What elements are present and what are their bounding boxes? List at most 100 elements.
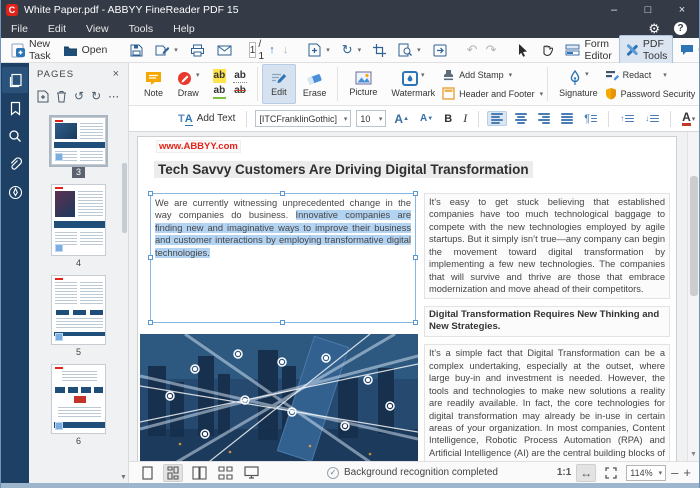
- edit-tool[interactable]: Edit: [262, 64, 296, 104]
- actual-size-button[interactable]: 1:1: [557, 467, 571, 478]
- document-heading[interactable]: Tech Savvy Customers Are Driving Digital…: [154, 161, 533, 178]
- resize-handle-left[interactable]: [148, 255, 153, 260]
- strikethrough-tool[interactable]: ab: [233, 84, 247, 99]
- rotate-button[interactable]: ↻▾: [337, 40, 366, 60]
- highlight-tool[interactable]: ab: [213, 69, 227, 83]
- password-security-tool[interactable]: Password Security: [605, 86, 696, 102]
- zoom-level-select[interactable]: 114%▾: [626, 465, 666, 481]
- fit-width-button[interactable]: ↔: [576, 464, 596, 482]
- print-button[interactable]: [185, 42, 210, 59]
- align-center-button[interactable]: [512, 112, 530, 125]
- more-options-icon[interactable]: ⋯: [108, 90, 119, 103]
- italic-button[interactable]: I: [460, 110, 470, 127]
- zoom-in-button[interactable]: +: [683, 465, 691, 480]
- paragraph-block[interactable]: It’s a simple fact that Digital Transfor…: [424, 344, 670, 461]
- menu-help[interactable]: Help: [163, 19, 205, 38]
- pdf-tools-button[interactable]: PDF Tools: [619, 35, 674, 65]
- draw-tool[interactable]: ▾ Draw: [170, 64, 207, 104]
- view-continuous-button[interactable]: [163, 464, 183, 482]
- site-link[interactable]: www.ABBYY.com: [156, 140, 241, 153]
- open-button[interactable]: Open: [58, 42, 113, 59]
- previous-page-arrow[interactable]: ↑: [266, 44, 278, 56]
- minimize-button[interactable]: –: [597, 0, 631, 19]
- fit-page-button[interactable]: [601, 464, 621, 482]
- next-page-arrow[interactable]: ↓: [280, 44, 292, 56]
- subheading-block[interactable]: Digital Transformation Requires New Thin…: [424, 306, 670, 338]
- paragraph-block[interactable]: It’s easy to get stuck believing that es…: [424, 193, 670, 299]
- form-editor-button[interactable]: Form Editor: [560, 36, 616, 64]
- decrease-font-button[interactable]: A▼: [417, 112, 436, 125]
- resize-handle-right[interactable]: [413, 255, 418, 260]
- help-icon[interactable]: ?: [674, 22, 687, 35]
- redo-button[interactable]: ↷: [483, 42, 500, 58]
- line-spacing-decrease-button[interactable]: ↓: [642, 113, 662, 124]
- recognize-button[interactable]: ▾: [393, 41, 426, 59]
- resize-handle-bottom-right[interactable]: [413, 320, 418, 325]
- watermark-tool[interactable]: ▾ Watermark: [384, 64, 442, 104]
- add-pages-button[interactable]: ▾: [303, 41, 335, 59]
- page-thumbnail-4[interactable]: [51, 184, 106, 256]
- maximize-button[interactable]: □: [631, 0, 665, 19]
- font-color-button[interactable]: A▾: [679, 111, 698, 127]
- delete-page-icon[interactable]: [56, 90, 67, 103]
- resize-handle-top[interactable]: [280, 191, 285, 196]
- menu-tools[interactable]: Tools: [119, 19, 164, 38]
- align-left-button[interactable]: [487, 111, 507, 126]
- comments-button[interactable]: 0: [675, 42, 700, 58]
- page-thumbnail-5[interactable]: [51, 275, 106, 345]
- justify-button[interactable]: [558, 112, 576, 125]
- undo-button[interactable]: ↶: [464, 42, 481, 58]
- save-button[interactable]: [124, 41, 148, 59]
- page-number-input[interactable]: 1: [249, 42, 257, 58]
- align-right-button[interactable]: [535, 112, 553, 125]
- resize-handle-bottom-left[interactable]: [148, 320, 153, 325]
- new-task-button[interactable]: New Task: [5, 36, 56, 64]
- view-single-page-button[interactable]: [137, 464, 157, 482]
- menu-view[interactable]: View: [76, 19, 119, 38]
- email-button[interactable]: [212, 43, 237, 58]
- line-spacing-increase-button[interactable]: ↑: [617, 113, 637, 124]
- digital-signatures-panel-tab[interactable]: [2, 179, 28, 205]
- add-stamp-tool[interactable]: Add Stamp▾: [442, 67, 543, 83]
- page-thumbnail-6[interactable]: [51, 364, 106, 434]
- page-thumbnail-3[interactable]: [51, 117, 106, 165]
- scrollbar-thumb[interactable]: [690, 176, 698, 296]
- header-footer-tool[interactable]: Header and Footer▾: [442, 86, 543, 102]
- close-button[interactable]: ×: [665, 0, 699, 19]
- zoom-out-button[interactable]: –: [671, 465, 678, 480]
- signature-tool[interactable]: ▾ Signature: [552, 64, 605, 104]
- crop-button[interactable]: [368, 42, 391, 59]
- increase-font-button[interactable]: A▲: [391, 111, 412, 127]
- bookmarks-panel-tab[interactable]: [2, 95, 28, 121]
- view-facing-button[interactable]: [189, 464, 209, 482]
- scrollbar-down-icon[interactable]: ▼: [690, 451, 697, 458]
- note-tool[interactable]: Note: [137, 64, 170, 104]
- hand-tool-button[interactable]: [535, 41, 558, 59]
- document-scrollbar[interactable]: ▲ ▼: [687, 132, 699, 461]
- save-as-button[interactable]: ▾: [150, 41, 183, 59]
- export-button[interactable]: [428, 42, 452, 59]
- redact-tool[interactable]: Redact▾: [605, 67, 696, 83]
- add-page-icon[interactable]: [37, 90, 49, 103]
- erase-tool[interactable]: Erase: [296, 64, 334, 104]
- attachments-panel-tab[interactable]: [2, 151, 28, 177]
- text-direction-button[interactable]: ¶: [581, 112, 600, 126]
- underline-tool[interactable]: ab: [213, 84, 227, 99]
- font-size-select[interactable]: 10▾: [356, 110, 386, 127]
- underline-dotted-tool[interactable]: ab: [233, 69, 247, 83]
- city-network-image[interactable]: [140, 334, 418, 461]
- pages-panel-close-icon[interactable]: ×: [113, 68, 120, 80]
- add-text-button[interactable]: TA Add Text: [175, 112, 238, 126]
- bold-button[interactable]: B: [441, 112, 455, 126]
- resize-handle-bottom[interactable]: [280, 320, 285, 325]
- font-family-select[interactable]: [ITCFranklinGothic]▾: [255, 110, 351, 127]
- resize-handle-top-right[interactable]: [413, 191, 418, 196]
- rotate-cw-icon[interactable]: ↻: [91, 89, 101, 103]
- view-facing-continuous-button[interactable]: [215, 464, 235, 482]
- search-panel-tab[interactable]: [2, 123, 28, 149]
- pages-scrollbar-down-icon[interactable]: ▼: [120, 474, 128, 481]
- select-tool-button[interactable]: [511, 41, 533, 59]
- pages-panel-tab[interactable]: [2, 67, 28, 93]
- rotate-ccw-icon[interactable]: ↺: [74, 89, 84, 103]
- view-fullscreen-button[interactable]: [241, 464, 261, 482]
